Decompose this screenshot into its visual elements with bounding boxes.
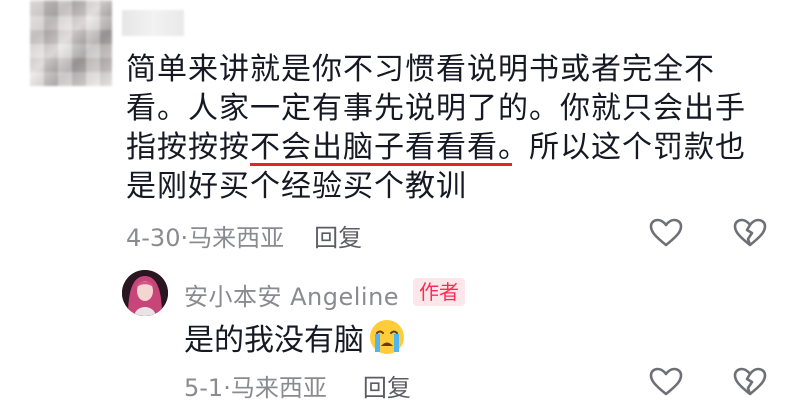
comment-date-location: 4-30·马来西亚 <box>126 224 285 252</box>
reply-reply-button[interactable]: 回复 <box>363 368 411 403</box>
crying-face-emoji <box>370 320 404 354</box>
broken-heart-icon[interactable] <box>733 218 767 248</box>
comment-meta: 4-30·马来西亚 回复 <box>126 218 362 253</box>
reply-date-location: 5-1·马来西亚 <box>184 374 327 402</box>
reply-author-avatar[interactable] <box>122 270 168 316</box>
reply-text: 是的我没有脑 <box>184 318 406 361</box>
heart-icon[interactable] <box>649 218 683 248</box>
highlight-underline <box>250 163 512 166</box>
heart-icon[interactable] <box>649 367 683 397</box>
reply-author-name[interactable]: 安小本安 Angeline <box>184 277 399 312</box>
commenter-name[interactable] <box>122 10 184 36</box>
reply-button[interactable]: 回复 <box>314 218 362 253</box>
comment-text: 简单来讲就是你不习惯看说明书或者完全不 看。人家一定有事先说明了的。你就只会出手… <box>126 52 746 204</box>
author-badge: 作者 <box>413 278 465 306</box>
commenter-avatar[interactable] <box>30 0 112 86</box>
broken-heart-icon[interactable] <box>733 367 767 397</box>
reply-meta: 5-1·马来西亚 回复 <box>184 368 411 403</box>
